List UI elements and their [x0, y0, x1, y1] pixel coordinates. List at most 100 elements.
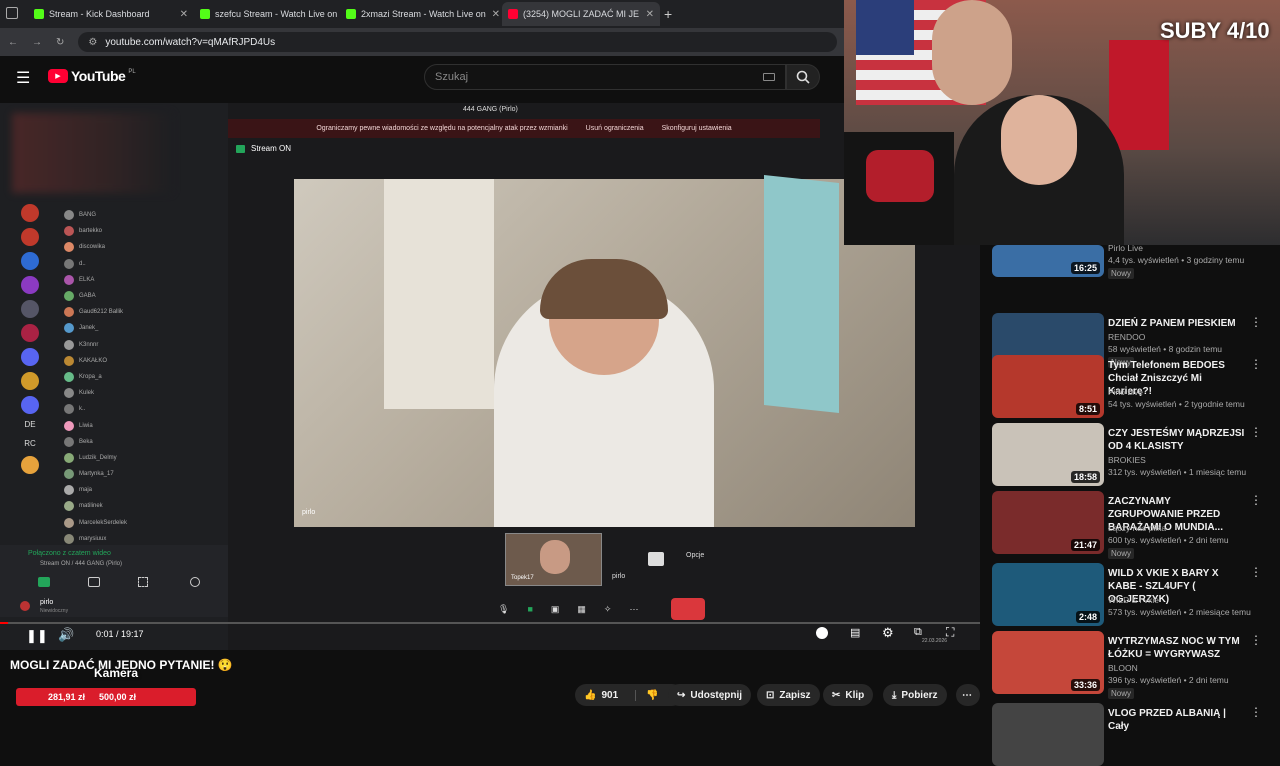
server-icon[interactable]: [21, 276, 39, 294]
volume-icon[interactable]: 🔊: [58, 627, 74, 643]
more-options-icon[interactable]: ⋮: [1250, 493, 1262, 507]
member-item[interactable]: maja: [64, 482, 214, 498]
channel-name[interactable]: BLOON: [1108, 663, 1138, 673]
video-thumbnail[interactable]: 33:36: [992, 631, 1104, 694]
member-item[interactable]: BANG: [64, 207, 214, 223]
search-input[interactable]: Szukaj: [424, 64, 786, 90]
member-item[interactable]: Beka: [64, 434, 214, 450]
close-icon[interactable]: ✕: [492, 9, 500, 20]
channel-name[interactable]: WILD & i vkie: [1108, 595, 1159, 605]
share-button[interactable]: ↪ Udostępnij: [668, 684, 752, 706]
tab-kick-dashboard[interactable]: Stream - Kick Dashboard ✕: [28, 2, 194, 26]
channel-name[interactable]: Pirlo Live: [1108, 243, 1143, 253]
more-options-icon[interactable]: ⋮: [1250, 425, 1262, 439]
soundboard-icon[interactable]: ✧: [604, 604, 612, 615]
server-icon[interactable]: [21, 348, 39, 366]
download-button[interactable]: ⤓ Pobierz: [883, 684, 947, 706]
server-icon[interactable]: [21, 228, 39, 246]
new-tab-button[interactable]: +: [664, 6, 672, 22]
member-item[interactable]: Kulek: [64, 385, 214, 401]
tab-2xmazi[interactable]: 2xmazi Stream - Watch Live on ✕: [340, 2, 506, 26]
close-icon[interactable]: ✕: [180, 9, 188, 20]
close-icon[interactable]: ✕: [646, 9, 654, 20]
member-item[interactable]: bartekko: [64, 223, 214, 239]
member-item[interactable]: Janek_: [64, 320, 214, 336]
site-info-icon[interactable]: ⚙: [88, 37, 97, 48]
server-icon[interactable]: [21, 456, 39, 474]
member-item[interactable]: discowika: [64, 239, 214, 255]
participant-tile[interactable]: Topek17: [505, 533, 602, 586]
video-title-link[interactable]: VLOG PRZED ALBANIĄ | Cały: [1108, 707, 1248, 733]
member-item[interactable]: Liwia: [64, 417, 214, 433]
member-item[interactable]: ELKA: [64, 272, 214, 288]
member-item[interactable]: Kropa_a: [64, 369, 214, 385]
video-thumbnail[interactable]: 16:25: [992, 245, 1104, 277]
channel-name[interactable]: Łączy nas piłka: [1108, 523, 1166, 533]
member-item[interactable]: k..: [64, 401, 214, 417]
reload-icon[interactable]: ↻: [56, 37, 64, 48]
video-thumbnail[interactable]: 21:47: [992, 491, 1104, 554]
tab-youtube-active[interactable]: (3254) MOGLI ZADAĆ MI JE ✕: [502, 2, 660, 26]
disconnect-button[interactable]: [671, 598, 705, 620]
menu-icon[interactable]: ☰: [16, 68, 30, 88]
settings-icon[interactable]: ⚙: [882, 625, 894, 641]
server-icon[interactable]: [21, 324, 39, 342]
url-field[interactable]: ⚙ youtube.com/watch?v=qMAfRJPD4Us: [78, 32, 837, 52]
server-icon[interactable]: [21, 372, 39, 390]
configure-settings-link[interactable]: Skonfiguruj ustawienia: [662, 125, 732, 132]
more-icon[interactable]: ⋯: [629, 604, 638, 615]
soundboard-icon[interactable]: [190, 577, 200, 587]
activity-icon[interactable]: [138, 577, 148, 587]
miniplayer-icon[interactable]: ⧉: [914, 626, 922, 639]
activities-icon[interactable]: ▦: [577, 604, 586, 615]
tab-szefcu[interactable]: szefcu Stream - Watch Live on ✕: [194, 2, 360, 26]
camera-toggle-icon[interactable]: ■: [527, 604, 532, 615]
video-title-link[interactable]: DZIEŃ Z PANEM PIESKIEM: [1108, 317, 1248, 330]
autoplay-toggle[interactable]: [816, 627, 828, 639]
fullscreen-icon[interactable]: ⛶: [946, 625, 954, 640]
options-button[interactable]: Opcje: [686, 552, 704, 559]
subtitles-icon[interactable]: ▤: [850, 626, 860, 639]
channel-name[interactable]: BROKIES: [1108, 455, 1146, 465]
youtube-logo[interactable]: ▶ YouTube PL: [48, 68, 136, 84]
member-item[interactable]: Martynka_17: [64, 466, 214, 482]
tab-search-icon[interactable]: [6, 7, 18, 19]
channel-name[interactable]: Pirlo Live: [1108, 387, 1143, 397]
member-item[interactable]: Ludzik_Delmy: [64, 450, 214, 466]
member-item[interactable]: K3nnnr: [64, 337, 214, 353]
more-options-icon[interactable]: ⋮: [1250, 357, 1262, 371]
server-icon[interactable]: [21, 300, 39, 318]
save-button[interactable]: ⊡ Zapisz: [757, 684, 820, 706]
back-icon[interactable]: ←: [8, 37, 18, 48]
more-options-icon[interactable]: ⋮: [1250, 705, 1262, 719]
channel-name[interactable]: RENDOO: [1108, 332, 1145, 342]
member-item[interactable]: GABA: [64, 288, 214, 304]
video-thumbnail[interactable]: 8:51: [992, 355, 1104, 418]
camera-icon[interactable]: [38, 577, 50, 587]
avatar[interactable]: [20, 601, 30, 611]
forward-icon[interactable]: →: [32, 37, 42, 48]
pause-button[interactable]: ❚❚: [26, 628, 48, 644]
video-thumbnail[interactable]: 2:48: [992, 563, 1104, 626]
server-icon[interactable]: [21, 396, 39, 414]
server-icon[interactable]: [21, 252, 39, 270]
video-thumbnail[interactable]: 18:58: [992, 423, 1104, 486]
video-title-link[interactable]: WYTRZYMASZ NOC W TYM ŁÓŻKU = WYGRYWASZ: [1108, 635, 1248, 661]
member-item[interactable]: Gaud6212 Ballik: [64, 304, 214, 320]
share-screen-icon[interactable]: ▣: [551, 604, 560, 615]
like-icon[interactable]: 👍: [584, 690, 596, 701]
more-options-icon[interactable]: ⋮: [1250, 565, 1262, 579]
remove-restrictions-link[interactable]: Usuń ograniczenia: [586, 125, 644, 132]
member-item[interactable]: matilinek: [64, 498, 214, 514]
server-label-de[interactable]: DE: [14, 420, 46, 429]
member-item[interactable]: d..: [64, 256, 214, 272]
server-label-rc[interactable]: RC: [14, 439, 46, 448]
mic-icon[interactable]: 🎙: [498, 604, 509, 615]
more-options-icon[interactable]: ⋮: [1250, 633, 1262, 647]
member-item[interactable]: MarcelekSerdelek: [64, 515, 214, 531]
like-count[interactable]: 901: [601, 690, 618, 701]
keyboard-icon[interactable]: [763, 73, 775, 81]
member-item[interactable]: KAKAŁKO: [64, 353, 214, 369]
server-icon[interactable]: [21, 204, 39, 222]
dislike-icon[interactable]: 👎: [635, 689, 659, 701]
